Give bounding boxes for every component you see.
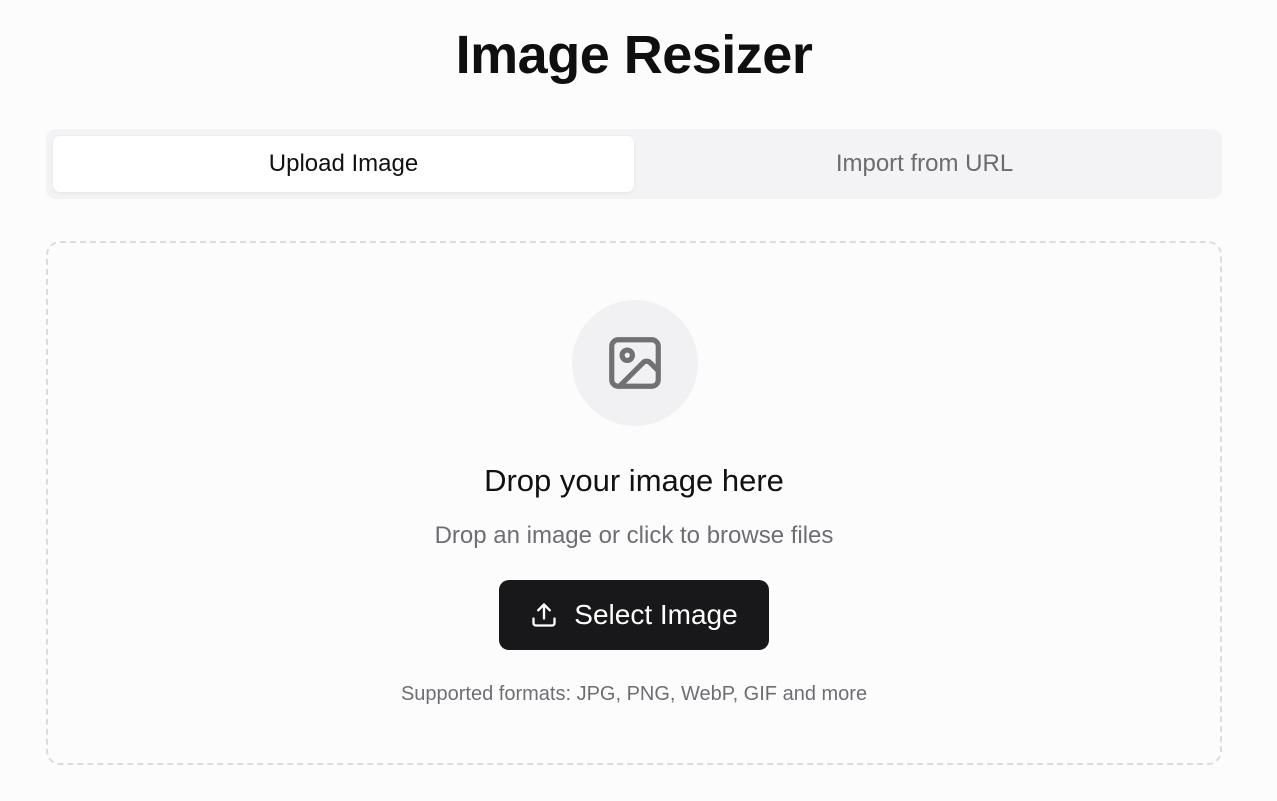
drop-subtext: Drop an image or click to browse files	[434, 522, 834, 549]
supported-formats-note: Supported formats: JPG, PNG, WebP, GIF a…	[400, 683, 868, 705]
image-icon-circle	[572, 300, 698, 426]
image-icon	[609, 337, 661, 389]
source-tabs: Upload Image Import from URL	[46, 129, 1222, 199]
upload-icon	[530, 601, 558, 629]
select-image-label: Select Image	[574, 599, 738, 630]
image-resizer-page: Image Resizer Upload Image Import from U…	[0, 0, 1277, 801]
tab-import-from-url[interactable]: Import from URL	[634, 136, 1215, 192]
page-title: Image Resizer	[455, 25, 813, 85]
drop-heading: Drop your image here	[484, 463, 784, 498]
select-image-button[interactable]: Select Image	[499, 580, 769, 650]
image-dropzone[interactable]: Drop your image here Drop an image or cl…	[46, 241, 1222, 765]
tab-upload-image[interactable]: Upload Image	[53, 136, 634, 192]
